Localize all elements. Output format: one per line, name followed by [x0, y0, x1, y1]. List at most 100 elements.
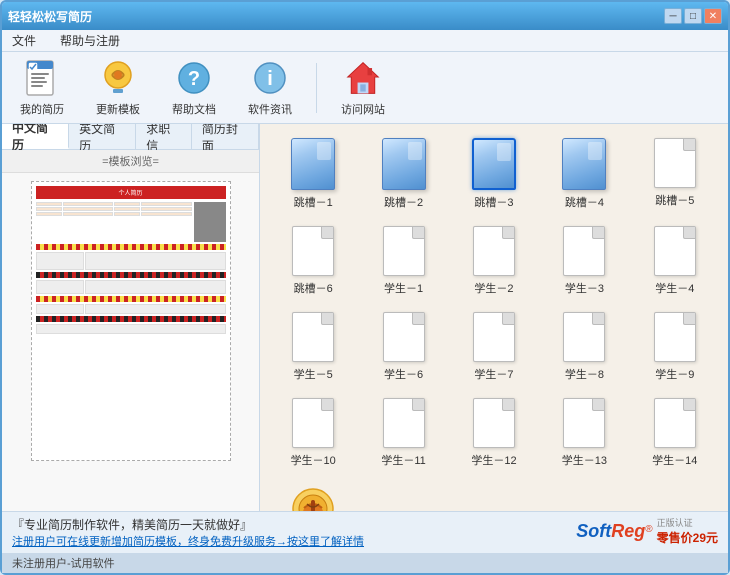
- template-tiaocao-4[interactable]: 跳槽－4: [541, 134, 627, 214]
- template-label-4: 跳槽－4: [565, 194, 604, 210]
- preview-label: =模板浏览=: [2, 150, 259, 173]
- template-label-16: 学生－10: [291, 452, 336, 468]
- template-label-10: 学生－4: [655, 280, 694, 296]
- template-icon-20: [654, 398, 696, 448]
- template-label-9: 学生－3: [565, 280, 604, 296]
- template-icon-16: [292, 398, 334, 448]
- toolbar-my-resume[interactable]: 我的简历: [12, 55, 72, 121]
- softreg-subtitle: 正版认证: [657, 516, 693, 529]
- preview-area: 个人简历: [2, 173, 259, 511]
- status-text: 未注册用户-试用软件: [12, 555, 115, 571]
- template-icon-15: [654, 312, 696, 362]
- template-label-2: 跳槽－2: [384, 194, 423, 210]
- template-student-14[interactable]: 学生－14: [632, 394, 718, 472]
- template-label-7: 学生－1: [384, 280, 423, 296]
- template-more[interactable]: more: [270, 480, 356, 511]
- svg-text:?: ?: [188, 68, 200, 90]
- template-label-3: 跳槽－3: [474, 194, 513, 210]
- promo-text-2[interactable]: 注册用户可在线更新增加简历模板，终身免费升级服务→按这里了解详情: [12, 533, 364, 549]
- template-student-8[interactable]: 学生－8: [541, 308, 627, 386]
- template-icon-2: [382, 138, 426, 190]
- template-student-10[interactable]: 学生－10: [270, 394, 356, 472]
- template-student-1[interactable]: 学生－1: [360, 222, 446, 300]
- resume-icon: [23, 59, 61, 97]
- tab-english-resume[interactable]: 英文简历: [69, 124, 136, 149]
- toolbar-info-label: 软件资讯: [248, 101, 292, 117]
- template-icon-3: [472, 138, 516, 190]
- template-label-1: 跳槽－1: [294, 194, 333, 210]
- tab-resume-cover[interactable]: 简历封面: [192, 124, 259, 149]
- title-buttons: ─ □ ✕: [664, 8, 722, 24]
- template-label-20: 学生－14: [652, 452, 697, 468]
- template-icon-6: [292, 226, 334, 276]
- template-student-6[interactable]: 学生－6: [360, 308, 446, 386]
- template-tiaocao-6[interactable]: 跳槽－6: [270, 222, 356, 300]
- template-label-19: 学生－13: [562, 452, 607, 468]
- tabs-row: 中文简历 英文简历 求职信 简历封面: [2, 124, 259, 150]
- toolbar-my-resume-label: 我的简历: [20, 101, 64, 117]
- template-label-5: 跳槽－5: [655, 192, 694, 208]
- template-student-9[interactable]: 学生－9: [632, 308, 718, 386]
- template-grid: 跳槽－1 跳槽－2 跳槽－3 跳槽－4 跳槽－5: [270, 134, 718, 511]
- template-student-11[interactable]: 学生－11: [360, 394, 446, 472]
- template-student-13[interactable]: 学生－13: [541, 394, 627, 472]
- template-label-13: 学生－7: [474, 366, 513, 382]
- softreg-logo: SoftReg® 正版认证 零售价29元: [576, 516, 718, 546]
- template-student-5[interactable]: 学生－5: [270, 308, 356, 386]
- toolbar-update-template[interactable]: 更新模板: [88, 55, 148, 121]
- template-student-3[interactable]: 学生－3: [541, 222, 627, 300]
- preview-image: 个人简历: [31, 181, 231, 461]
- promo-text-1: 『专业简历制作软件，精美简历一天就做好』: [12, 516, 364, 533]
- toolbar-software-info[interactable]: i 软件资讯: [240, 55, 300, 121]
- template-student-2[interactable]: 学生－2: [451, 222, 537, 300]
- title-bar: 轻轻松松写简历 ─ □ ✕: [2, 2, 728, 30]
- menu-help[interactable]: 帮助与注册: [56, 30, 124, 51]
- left-panel: 中文简历 英文简历 求职信 简历封面 =模板浏览= 个人简历: [2, 124, 260, 511]
- template-icon-5: [654, 138, 696, 188]
- maximize-button[interactable]: □: [684, 8, 702, 24]
- template-tiaocao-1[interactable]: 跳槽－1: [270, 134, 356, 214]
- template-icon-12: [383, 312, 425, 362]
- template-student-7[interactable]: 学生－7: [451, 308, 537, 386]
- template-icon-1: [291, 138, 335, 190]
- minimize-button[interactable]: ─: [664, 8, 682, 24]
- toolbar-website-label: 访问网站: [341, 101, 385, 117]
- right-panel: 跳槽－1 跳槽－2 跳槽－3 跳槽－4 跳槽－5: [260, 124, 728, 511]
- template-label-17: 学生－11: [381, 452, 425, 468]
- template-icon-10: [654, 226, 696, 276]
- toolbar-visit-website[interactable]: 访问网站: [333, 55, 393, 121]
- template-label-12: 学生－6: [384, 366, 423, 382]
- toolbar-help-label: 帮助文档: [172, 101, 216, 117]
- toolbar: 我的简历 更新模板 ? 帮助文档: [2, 52, 728, 124]
- update-icon: [99, 59, 137, 97]
- template-icon-19: [563, 398, 605, 448]
- toolbar-divider: [316, 63, 317, 113]
- tab-cover-letter[interactable]: 求职信: [136, 124, 192, 149]
- template-label-6: 跳槽－6: [294, 280, 333, 296]
- window-title: 轻轻松松写简历: [8, 8, 92, 25]
- menu-bar: 文件 帮助与注册: [2, 30, 728, 52]
- tab-chinese-resume[interactable]: 中文简历: [2, 124, 69, 149]
- template-icon-4: [562, 138, 606, 190]
- main-window: 轻轻松松写简历 ─ □ ✕ 文件 帮助与注册: [0, 0, 730, 575]
- template-icon-14: [563, 312, 605, 362]
- template-label-11: 学生－5: [294, 366, 333, 382]
- template-tiaocao-5[interactable]: 跳槽－5: [632, 134, 718, 214]
- template-icon-13: [473, 312, 515, 362]
- template-icon-7: [383, 226, 425, 276]
- template-tiaocao-3[interactable]: 跳槽－3: [451, 134, 537, 214]
- toolbar-help-docs[interactable]: ? 帮助文档: [164, 55, 224, 121]
- soft-text: Soft: [576, 521, 611, 541]
- main-area: 中文简历 英文简历 求职信 简历封面 =模板浏览= 个人简历: [2, 124, 728, 511]
- template-label-8: 学生－2: [474, 280, 513, 296]
- template-student-12[interactable]: 学生－12: [451, 394, 537, 472]
- website-icon: [344, 59, 382, 97]
- more-icon: [289, 484, 337, 511]
- template-student-4[interactable]: 学生－4: [632, 222, 718, 300]
- menu-file[interactable]: 文件: [8, 30, 40, 51]
- template-tiaocao-2[interactable]: 跳槽－2: [360, 134, 446, 214]
- template-icon-8: [473, 226, 515, 276]
- price-text: 零售价29元: [657, 529, 718, 546]
- help-icon: ?: [175, 59, 213, 97]
- close-button[interactable]: ✕: [704, 8, 722, 24]
